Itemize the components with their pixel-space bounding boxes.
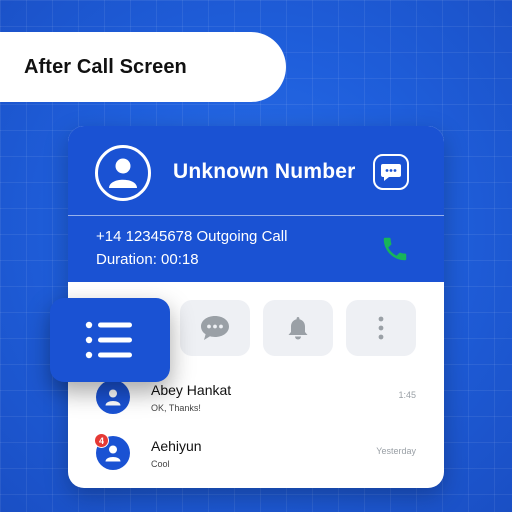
contact-name: Aehiyun <box>151 438 202 454</box>
chat-bubble-icon <box>381 164 401 181</box>
timestamp: Yesterday <box>376 446 416 456</box>
message-preview: Cool <box>151 459 170 469</box>
more-vertical-icon <box>378 316 384 340</box>
contact-name: Abey Hankat <box>151 382 232 398</box>
header-divider <box>68 215 444 216</box>
avatar <box>96 380 130 414</box>
call-summary: +14 12345678 Outgoing Call <box>96 228 288 245</box>
user-icon <box>105 389 121 406</box>
timestamp: 1:45 <box>398 390 416 400</box>
unread-badge: 4 <box>94 433 109 448</box>
feature-banner: After Call Screen <box>0 32 286 102</box>
list-item[interactable]: 4 Aehiyun Cool Yesterday <box>68 433 444 480</box>
reminder-action-button[interactable] <box>263 300 333 356</box>
banner-title: After Call Screen <box>24 55 187 78</box>
contact-name: Unknown Number <box>173 160 356 183</box>
list-icon <box>85 321 132 359</box>
call-back-button[interactable] <box>380 234 410 264</box>
bell-icon <box>288 317 308 340</box>
message-preview: OK, Thanks! <box>151 403 201 413</box>
message-button[interactable] <box>373 154 409 190</box>
list-item[interactable]: Abey Hankat OK, Thanks! 1:45 <box>68 380 444 424</box>
user-icon <box>109 158 137 188</box>
chat-action-button[interactable] <box>180 300 250 356</box>
call-duration: Duration: 00:18 <box>96 251 199 268</box>
contact-avatar <box>95 145 151 201</box>
chat-icon <box>201 316 229 340</box>
menu-fab-button[interactable] <box>50 298 170 382</box>
more-options-button[interactable] <box>346 300 416 356</box>
card-header: Unknown Number +14 12345678 Outgoing Cal… <box>68 126 444 282</box>
phone-icon <box>383 237 407 261</box>
